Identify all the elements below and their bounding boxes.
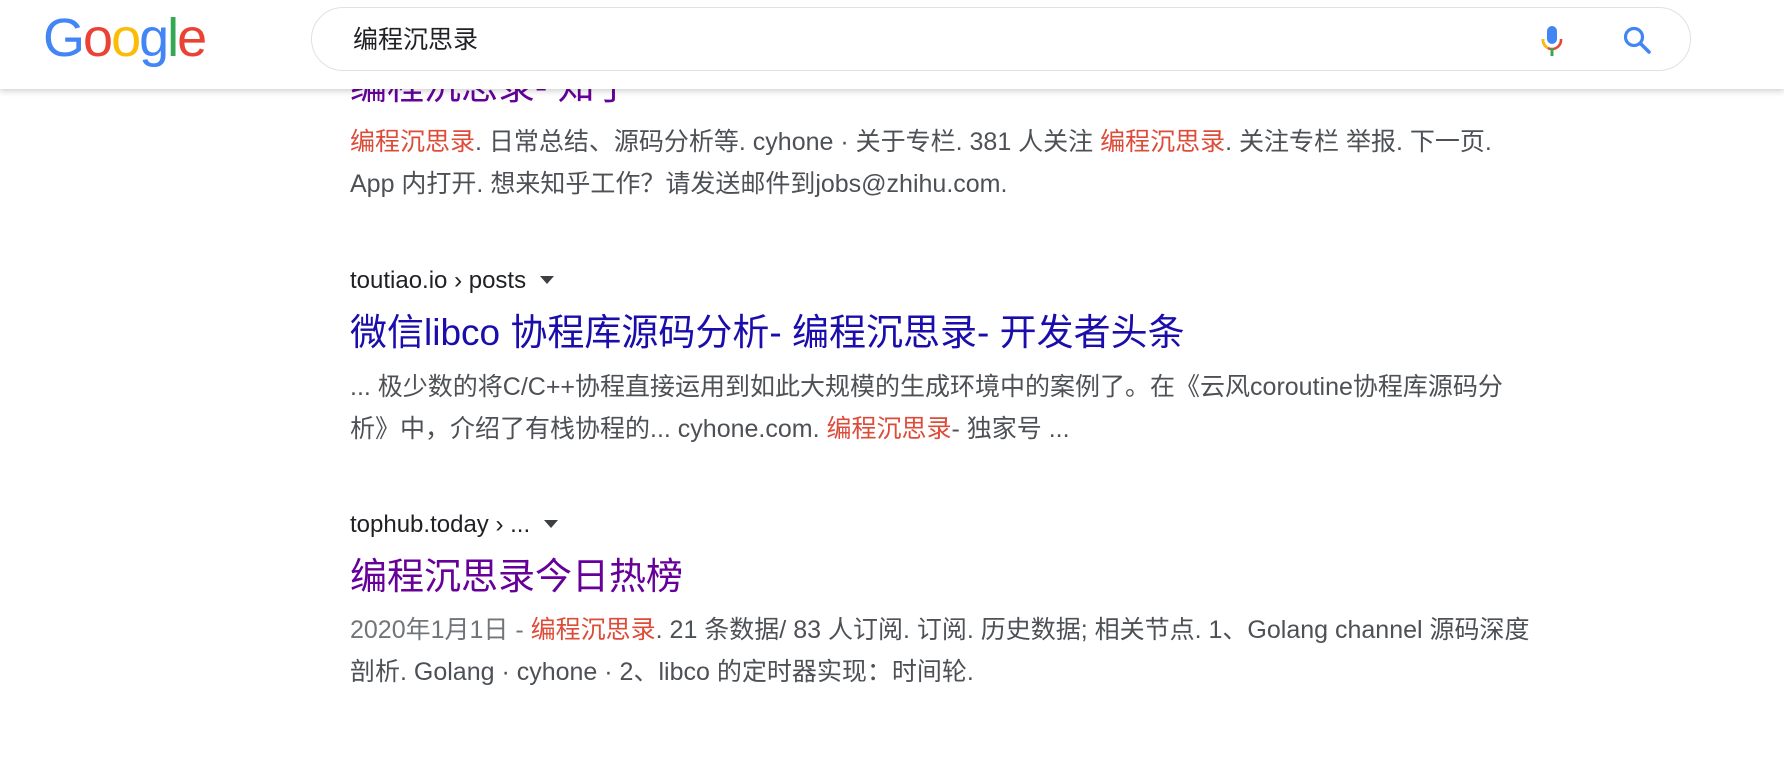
result-url-text: toutiao.io › posts — [350, 267, 527, 294]
result-title-toutiao[interactable]: 微信libco 协程库源码分析- 编程沉思录- 开发者头条 — [350, 310, 1185, 356]
result-url-text: tophub.today › ... — [350, 511, 531, 538]
search-input[interactable]: 编程沉思录 — [353, 8, 478, 72]
search-icon[interactable] — [1622, 25, 1652, 55]
logo-letter: o — [83, 8, 113, 68]
snippet-highlight: 编程沉思录 — [530, 616, 656, 644]
caret-down-icon[interactable] — [544, 519, 559, 528]
logo-letter: l — [167, 8, 179, 68]
search-header: Google 编程沉思录 — [0, 0, 1784, 89]
result-date: 2020年1月1日 - — [350, 616, 531, 644]
snippet-highlight: 编程沉思录 — [350, 128, 476, 156]
result-title-tophub[interactable]: 编程沉思录今日热榜 — [350, 554, 683, 600]
microphone-icon[interactable] — [1541, 25, 1563, 57]
snippet-text: - 独家号 ... — [951, 415, 1070, 443]
caret-down-icon[interactable] — [540, 275, 555, 284]
google-logo[interactable]: Google — [43, 6, 207, 70]
logo-letter: G — [43, 8, 85, 68]
result-snippet: 编程沉思录. 日常总结、源码分析等. cyhone · 关于专栏. 381 人关… — [350, 121, 1540, 205]
snippet-highlight: 编程沉思录 — [1100, 128, 1226, 156]
result-breadcrumb-tophub: tophub.today › ... — [350, 509, 559, 541]
search-box[interactable]: 编程沉思录 — [311, 7, 1691, 71]
result-snippet: 2020年1月1日 - 编程沉思录. 21 条数据/ 83 人订阅. 订阅. 历… — [350, 609, 1540, 693]
logo-letter: e — [177, 8, 207, 68]
snippet-text: . 日常总结、源码分析等. cyhone · 关于专栏. 381 人关注 — [475, 128, 1101, 156]
result-breadcrumb-toutiao: toutiao.io › posts — [350, 265, 555, 297]
snippet-highlight: 编程沉思录 — [826, 415, 952, 443]
result-snippet: ... 极少数的将C/C++协程直接运用到如此大规模的生成环境中的案例了。在《云… — [350, 366, 1540, 450]
logo-letter: g — [139, 8, 169, 68]
logo-letter: o — [111, 8, 141, 68]
